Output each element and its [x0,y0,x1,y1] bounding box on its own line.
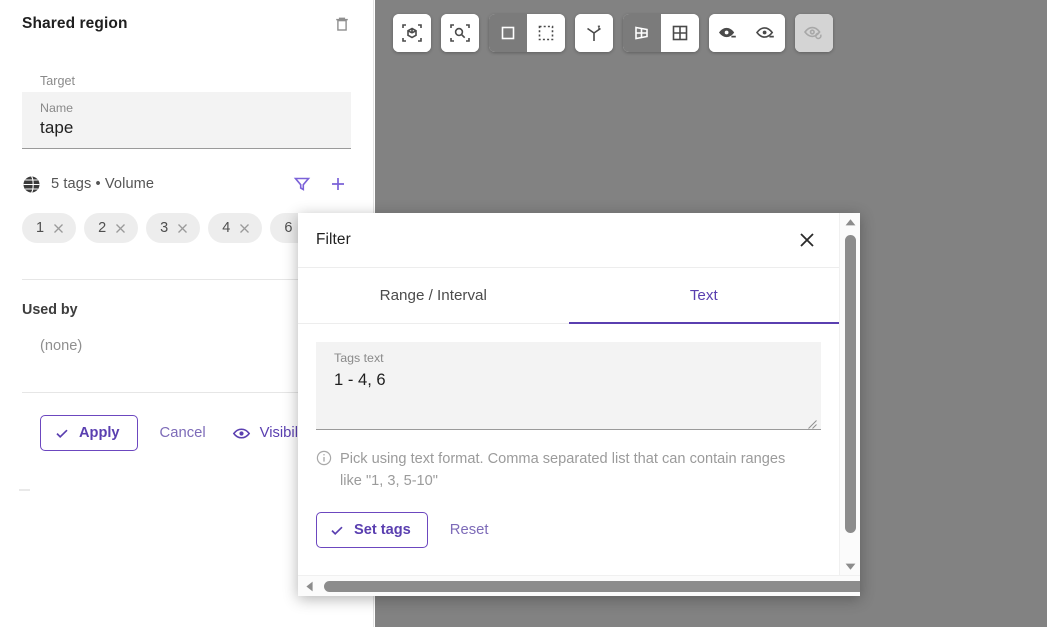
tag-chip-label: 1 [36,220,45,236]
dialog-horizontal-scroll-thumb[interactable] [324,581,860,592]
eye-minus-filled-icon [719,27,736,38]
delete-region-button[interactable] [329,11,355,37]
filter-dialog-hint: Pick using text format. Comma separated … [316,448,821,492]
eye-reset-icon [804,26,822,40]
name-field[interactable]: Name tape [22,92,351,149]
single-pane-layout-icon [635,26,648,40]
caret-right-icon-button[interactable] [836,576,858,596]
textarea-resize-handle[interactable] [807,416,817,429]
tags-text-field[interactable]: Tags text 1 - 4, 6 [316,342,821,430]
eye-minus-outline-icon [755,27,774,38]
info-icon [316,450,332,466]
axes-3d-icon [587,25,601,41]
tags-text-label: Tags text [334,351,384,365]
caret-right-icon [843,581,851,592]
dialog-horizontal-scrollbar[interactable] [298,575,860,596]
target-label: Target [40,74,76,88]
eye-icon [232,427,250,439]
toolbar-group-visibility-reset [795,14,833,52]
caret-up-icon-button[interactable] [840,213,860,231]
globe-icon [22,175,41,194]
tab-range-interval[interactable]: Range / Interval [298,268,569,324]
tags-summary-label: 5 tags • Volume [51,176,155,192]
tags-header: 5 tags • Volume [22,171,351,197]
caret-down-icon-button[interactable] [840,557,860,575]
panel-header: Shared region [0,0,373,48]
visibility-button-label: Visibil [259,425,298,441]
application-window: Shared region Target Name tape 5 tags • … [0,0,1047,627]
name-field-value[interactable]: tape [40,118,333,138]
filter-dialog: Filter Range / Interval Text Tags text 1… [298,213,860,596]
single-pane-layout-icon-button[interactable] [623,14,661,52]
tag-chip[interactable]: 4 [208,213,263,243]
set-tags-button-label: Set tags [354,522,411,538]
solid-square-icon-button[interactable] [489,14,527,52]
quad-pane-layout-icon [672,25,688,41]
close-icon[interactable] [238,222,251,235]
tag-chip-label: 4 [222,220,231,236]
filter-dialog-tabs: Range / Interval Text [298,268,839,324]
eye-minus-filled-icon-button[interactable] [709,14,747,52]
plus-icon-button[interactable] [325,171,351,197]
cancel-button[interactable]: Cancel [160,425,206,441]
toolbar-group-selection-mode [489,14,565,52]
tag-chip-list: 1 2 3 4 6 [22,213,342,243]
eye-minus-outline-icon-button[interactable] [747,14,785,52]
dialog-vertical-scrollbar[interactable] [839,213,860,575]
tab-text[interactable]: Text [568,268,839,324]
apply-button-label: Apply [79,425,120,441]
toolbar-group-zoom [441,14,479,52]
check-icon [56,429,68,438]
visibility-button[interactable]: Visibil [232,424,298,443]
solid-square-icon [501,26,515,40]
dialog-vertical-scroll-thumb[interactable] [845,235,856,533]
toolbar-group-axes [575,14,613,52]
filter-funnel-icon [293,177,311,191]
viewport-toolbar [393,14,833,52]
caret-down-icon [845,563,856,570]
apply-button[interactable]: Apply [40,415,138,451]
toolbar-group-visibility [709,14,785,52]
reset-button[interactable]: Reset [450,522,489,538]
frame-object-icon [402,24,422,42]
tag-chip-label: 6 [284,220,293,236]
name-field-label: Name [40,101,74,115]
filter-dialog-title: Filter [316,231,351,248]
caret-left-icon-button[interactable] [298,576,320,597]
page-title: Shared region [22,15,128,32]
eye-reset-icon-button [795,14,833,52]
plus-icon [332,178,344,190]
tag-chip-label: 3 [160,220,169,236]
filter-dialog-hint-text: Pick using text format. Comma separated … [340,451,786,489]
close-icon[interactable] [176,222,189,235]
close-icon [800,233,814,247]
tag-chip-label: 2 [98,220,107,236]
filter-funnel-icon-button[interactable] [289,171,315,197]
quad-pane-layout-icon-button[interactable] [661,14,699,52]
panel-tick-mark [19,489,30,491]
filter-dialog-buttons: Set tags Reset [316,512,821,548]
zoom-to-fit-icon [450,24,470,42]
caret-up-icon [845,218,856,225]
tag-chip[interactable]: 1 [22,213,77,243]
trash-icon [336,17,348,31]
tag-chip[interactable]: 2 [84,213,139,243]
axes-3d-icon-button[interactable] [575,14,613,52]
dashed-square-icon [538,25,554,41]
filter-dialog-header: Filter [298,213,839,268]
tag-chip[interactable]: 3 [146,213,201,243]
toolbar-group-layout [623,14,699,52]
tags-text-input[interactable]: 1 - 4, 6 [334,370,807,390]
close-icon-button[interactable] [793,226,821,254]
close-icon[interactable] [114,222,127,235]
filter-dialog-content: Tags text 1 - 4, 6 Pick using text forma… [298,324,839,548]
caret-left-icon [305,581,313,591]
frame-object-icon-button[interactable] [393,14,431,52]
check-icon [331,526,343,535]
toolbar-group-frame [393,14,431,52]
dashed-square-icon-button[interactable] [527,14,565,52]
zoom-to-fit-icon-button[interactable] [441,14,479,52]
close-icon[interactable] [52,222,65,235]
set-tags-button[interactable]: Set tags [316,512,428,548]
